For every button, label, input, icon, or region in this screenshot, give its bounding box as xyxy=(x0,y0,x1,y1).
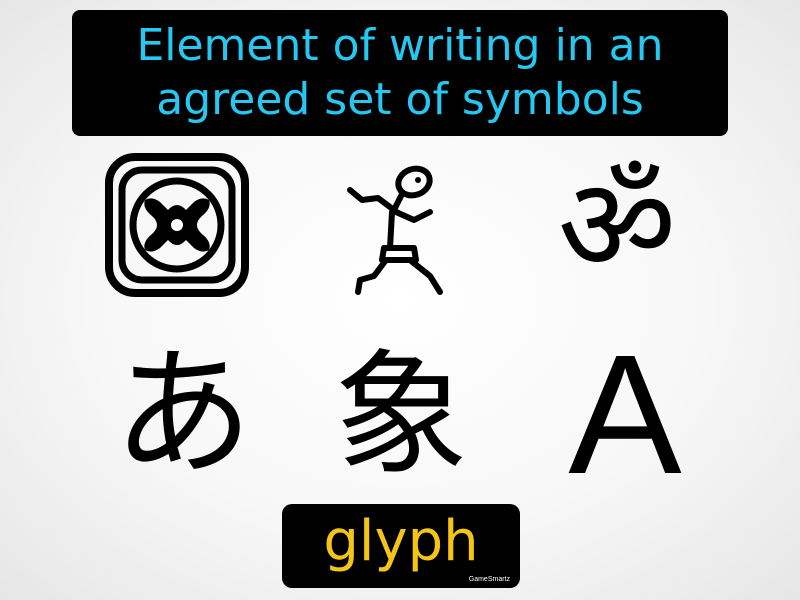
definition-banner: Element of writing in an agreed set of s… xyxy=(72,10,728,136)
latin-capital-a-character: A xyxy=(568,320,682,510)
glyph-cell-hiragana: あ xyxy=(103,335,263,495)
mayan-glyph-icon xyxy=(105,153,249,297)
glyph-cell-mayan xyxy=(97,145,257,305)
hiragana-a-character: あ xyxy=(112,333,253,496)
glyph-cell-hieroglyph xyxy=(317,145,477,305)
glyph-cell-latin: A xyxy=(545,330,705,500)
term-banner: glyph GameSmartz xyxy=(282,504,520,588)
brand-label: GameSmartz xyxy=(468,576,510,583)
om-symbol-icon: ॐ xyxy=(557,149,677,301)
egyptian-running-man-hieroglyph-icon xyxy=(347,165,443,295)
kanji-elephant-character: 象 xyxy=(333,336,469,494)
definition-text: Element of writing in an agreed set of s… xyxy=(136,20,664,125)
glyph-cell-om: ॐ xyxy=(537,145,697,305)
term-text: glyph xyxy=(323,509,479,574)
glyph-cell-kanji: 象 xyxy=(321,335,481,495)
